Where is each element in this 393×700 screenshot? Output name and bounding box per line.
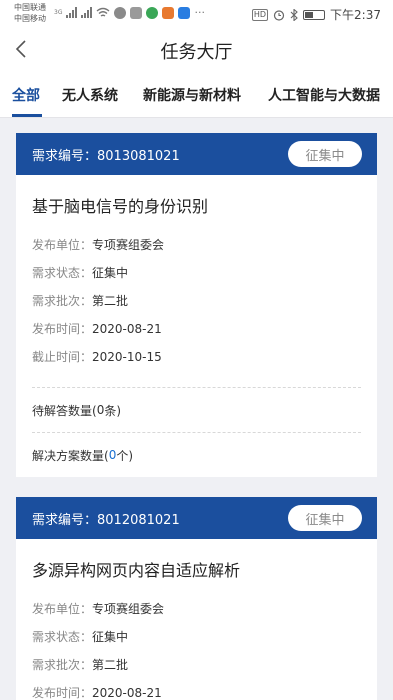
signal-icon-2	[81, 7, 93, 18]
bluetooth-icon	[290, 8, 298, 21]
deadline-field: 截止时间：2020-10-15	[32, 350, 162, 364]
tab-new-energy-materials[interactable]: 新能源与新材料	[143, 85, 241, 105]
tab-all[interactable]: 全部	[12, 85, 40, 105]
publisher-field: 发布单位：专项赛组委会	[32, 238, 165, 252]
tab-unmanned-systems[interactable]: 无人系统	[62, 85, 118, 105]
carrier-info: 中国联通 中国移动	[14, 2, 46, 24]
hd-icon: HD	[251, 8, 269, 21]
signal-icon	[66, 7, 78, 18]
more-icon: ···	[194, 6, 205, 19]
status-badge: 征集中	[288, 505, 362, 531]
battery-icon	[303, 9, 326, 20]
batch-field: 需求批次：第二批	[32, 294, 129, 308]
active-tab-indicator	[12, 114, 42, 117]
batch-field: 需求批次：第二批	[32, 658, 129, 672]
carrier-2: 中国移动	[14, 14, 46, 23]
category-tabs: 全部 无人系统 新能源与新材料 人工智能与大数据	[0, 72, 393, 118]
task-card[interactable]: 需求编号：8012081021 征集中 多源异构网页内容自适应解析 发布单位：专…	[16, 497, 377, 700]
status-field: 需求状态：征集中	[32, 266, 129, 280]
publish-time-field: 发布时间：2020-08-21	[32, 322, 162, 336]
player-icon	[162, 6, 175, 19]
status-icons-left: 3G ···	[54, 6, 205, 19]
publish-time-field: 发布时间：2020-08-21	[32, 686, 162, 700]
task-title: 多源异构网页内容自适应解析	[32, 561, 241, 580]
publisher-field: 发布单位：专项赛组委会	[32, 602, 165, 616]
translate-icon	[178, 6, 191, 19]
requirement-code: 需求编号：8013081021	[32, 148, 180, 164]
card-header: 需求编号：8013081021 征集中	[16, 133, 377, 175]
card-header: 需求编号：8012081021 征集中	[16, 497, 377, 539]
solutions-count[interactable]: 解决方案数量(0 个)	[32, 433, 361, 477]
alarm-icon	[273, 9, 285, 21]
task-card[interactable]: 需求编号：8013081021 征集中 基于脑电信号的身份识别 发布单位：专项赛…	[16, 133, 377, 477]
requirement-code: 需求编号：8012081021	[32, 512, 180, 528]
app-icon	[146, 6, 159, 19]
carrier-1: 中国联通	[14, 3, 46, 12]
status-field: 需求状态：征集中	[32, 630, 129, 644]
wifi-icon	[97, 7, 110, 17]
status-bar: 中国联通 中国移动 3G ··· HD 下午2:37	[0, 0, 393, 28]
status-badge: 征集中	[288, 141, 362, 167]
pending-count[interactable]: 待解答数量(0 条)	[32, 388, 361, 432]
status-icons-right: HD 下午2:37	[251, 6, 381, 23]
tab-ai-big-data[interactable]: 人工智能与大数据	[268, 85, 380, 105]
page-title: 任务大厅	[160, 42, 233, 63]
clock: 下午2:37	[330, 8, 381, 22]
message-icon	[114, 6, 127, 19]
image-icon	[130, 6, 143, 19]
nav-bar: 任务大厅	[0, 28, 393, 72]
task-title: 基于脑电信号的身份识别	[32, 197, 209, 216]
network-label: 3G	[54, 9, 63, 16]
